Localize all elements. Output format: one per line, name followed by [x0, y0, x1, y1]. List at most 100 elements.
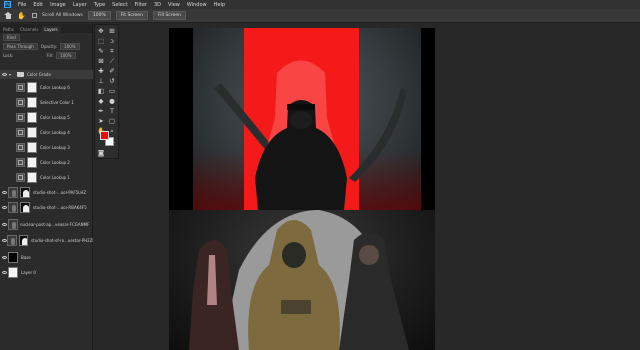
menu-bar: Ps File Edit Image Layer Type Select Fil… [0, 0, 640, 9]
menu-edit[interactable]: Edit [33, 2, 43, 8]
layer-mask-thumbnail[interactable] [27, 142, 37, 153]
lasso-tool-icon[interactable]: ↄ [107, 37, 117, 46]
layer-mask-thumbnail[interactable] [27, 97, 37, 108]
fill-screen-button[interactable]: Fill Screen [152, 11, 186, 20]
options-bar: ✋ Scroll All Windows 100% Fit Screen Fil… [0, 9, 640, 23]
layer-row[interactable]: Color Lookup 5 [0, 110, 93, 125]
visibility-toggle[interactable] [1, 99, 8, 106]
layer-row[interactable]: studio-shot-of-ro...uestor-PH2ZNIF [0, 233, 93, 248]
gradient-tool-icon[interactable]: ▭ [107, 87, 117, 96]
blur-tool-icon[interactable]: ◆ [96, 97, 106, 106]
dodge-tool-icon[interactable]: ● [107, 97, 117, 106]
eyedropper-tool-icon[interactable]: ⟋ [107, 57, 117, 66]
folder-icon [17, 72, 24, 77]
tab-channels[interactable]: Channels [17, 26, 42, 33]
layer-mask-thumbnail[interactable] [27, 112, 37, 123]
layer-row[interactable]: Color Lookup 3 [0, 140, 93, 155]
visibility-eye-icon[interactable] [1, 71, 8, 78]
menu-filter[interactable]: Filter [135, 2, 147, 8]
visibility-toggle[interactable] [1, 114, 8, 121]
layer-row[interactable]: Color Lookup 1 [0, 170, 93, 185]
frame-tool-icon[interactable]: ⊠ [96, 57, 106, 66]
menu-select[interactable]: Select [112, 2, 127, 8]
clone-stamp-tool-icon[interactable]: ⊥ [96, 77, 106, 86]
menu-view[interactable]: View [168, 2, 180, 8]
lock-label: Lock: [3, 53, 14, 58]
history-brush-tool-icon[interactable]: ↺ [107, 77, 117, 86]
zoom-100-button[interactable]: 100% [87, 11, 111, 20]
menu-type[interactable]: Type [94, 2, 105, 8]
visibility-eye-icon[interactable] [1, 204, 8, 211]
marquee-tool-icon[interactable]: ⬚ [96, 37, 106, 46]
home-icon[interactable] [4, 12, 12, 19]
layer-row[interactable]: Color Lookup 6 [0, 80, 93, 95]
quick-mask-icon[interactable]: ◙ [96, 149, 106, 158]
layer-name: Color Lookup 2 [40, 160, 70, 165]
layer-mask-thumbnail[interactable] [20, 187, 30, 198]
opacity-input[interactable]: 100% [60, 43, 80, 50]
layer-row[interactable]: Color Lookup 2 [0, 155, 93, 170]
menu-file[interactable]: File [18, 2, 26, 8]
document-canvas[interactable] [169, 28, 435, 210]
layer-row[interactable]: studio-shot-...oor-PAF5LHZ [0, 185, 93, 200]
fit-screen-button[interactable]: Fit Screen [115, 11, 148, 20]
visibility-toggle[interactable] [1, 159, 8, 166]
chevron-down-icon[interactable]: ▾ [9, 72, 14, 77]
layer-row[interactable]: studio-shot-...oor-RBAK4F5 [0, 200, 93, 215]
layer-mask-thumbnail[interactable] [27, 82, 37, 93]
layer-name: studio-shot-...oor-RBAK4F5 [33, 205, 87, 210]
visibility-eye-icon[interactable] [1, 254, 8, 261]
second-document-canvas[interactable] [169, 210, 435, 350]
layer-group-color-grade[interactable]: ▾ Color Grade [0, 70, 93, 79]
filter-kind-select[interactable]: Kind [3, 34, 20, 41]
eraser-tool-icon[interactable]: ◧ [96, 87, 106, 96]
brush-tool-icon[interactable]: ✐ [107, 67, 117, 76]
menu-layer[interactable]: Layer [73, 2, 87, 8]
quick-select-tool-icon[interactable]: ✎ [96, 47, 106, 56]
photoshop-logo-icon[interactable]: Ps [4, 1, 11, 8]
menu-help[interactable]: Help [214, 2, 225, 8]
layer-row[interactable]: Layer 0 [0, 265, 93, 280]
visibility-toggle[interactable] [1, 84, 8, 91]
scroll-all-windows-checkbox[interactable] [32, 13, 37, 18]
layer-name: Color Lookup 4 [40, 130, 70, 135]
type-tool-icon[interactable]: T [107, 107, 117, 116]
layer-mask-thumbnail[interactable] [27, 157, 37, 168]
menu-3d[interactable]: 3D [154, 2, 161, 8]
rectangle-tool-icon[interactable]: ▢ [107, 117, 117, 126]
fill-input[interactable]: 100% [56, 52, 76, 59]
layer-row[interactable]: nuclear-post-ap...veasar-FCGANMF [0, 217, 93, 232]
healing-brush-tool-icon[interactable]: ✚ [96, 67, 106, 76]
crop-tool-icon[interactable]: ⌗ [107, 47, 117, 56]
layer-name: Color Lookup 1 [40, 175, 70, 180]
menu-image[interactable]: Image [50, 2, 66, 8]
tab-layers[interactable]: Layers [41, 26, 61, 33]
layer-mask-thumbnail[interactable] [20, 202, 30, 213]
menu-window[interactable]: Window [187, 2, 207, 8]
layer-thumbnail [8, 267, 18, 278]
visibility-eye-icon[interactable] [1, 189, 8, 196]
layer-row[interactable]: Base [0, 250, 93, 265]
move-tool-icon[interactable]: ✥ [96, 27, 106, 36]
gasmask-shape [290, 111, 312, 129]
artboard-tool-icon[interactable]: ⊞ [107, 27, 117, 36]
center-gasmask-shape [282, 242, 306, 268]
visibility-toggle[interactable] [1, 174, 8, 181]
visibility-toggle[interactable] [1, 129, 8, 136]
visibility-eye-icon[interactable] [1, 269, 8, 276]
pen-tool-icon[interactable]: ✒ [96, 107, 106, 116]
visibility-toggle[interactable] [1, 144, 8, 151]
layer-row[interactable]: Color Lookup 4 [0, 125, 93, 140]
hand-tool-icon[interactable]: ✋ [17, 12, 27, 20]
visibility-eye-icon[interactable] [1, 221, 8, 228]
layer-mask-thumbnail[interactable] [18, 235, 29, 246]
layer-row[interactable]: Selective Color 1 [0, 95, 93, 110]
path-selection-tool-icon[interactable]: ➤ [96, 117, 106, 126]
layer-mask-thumbnail[interactable] [27, 127, 37, 138]
blend-mode-select[interactable]: Pass Through [3, 43, 38, 50]
layer-mask-thumbnail[interactable] [27, 172, 37, 183]
foreground-color-swatch[interactable] [100, 131, 109, 140]
tab-paths[interactable]: Paths [0, 26, 17, 33]
adjustment-layer-icon [16, 158, 25, 167]
layer-name: Layer 0 [21, 270, 36, 275]
